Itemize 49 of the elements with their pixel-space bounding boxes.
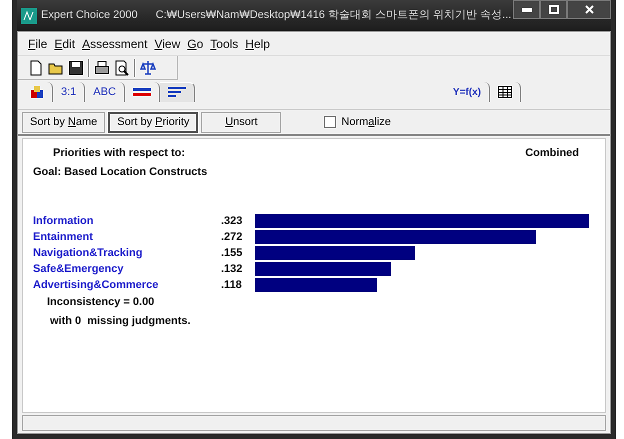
criterion-name: Advertising&Commerce bbox=[33, 278, 160, 293]
criterion-name: Entainment bbox=[33, 230, 94, 245]
combined-label: Combined bbox=[525, 146, 579, 161]
toolbar-separator bbox=[134, 58, 136, 76]
priority-value: .272 bbox=[221, 230, 244, 245]
app-logo-icon bbox=[21, 8, 37, 24]
balance-scale-icon[interactable] bbox=[140, 60, 156, 76]
toolbar-separator bbox=[88, 58, 90, 76]
close-button[interactable] bbox=[567, 0, 611, 19]
maximize-button[interactable] bbox=[540, 0, 567, 19]
menu-item[interactable]: File bbox=[28, 34, 48, 52]
minimize-button[interactable] bbox=[513, 0, 540, 19]
inconsistency-text: Inconsistency = 0.00 bbox=[47, 296, 154, 308]
close-icon bbox=[584, 5, 594, 14]
priority-value: .323 bbox=[221, 214, 244, 229]
print-preview-icon[interactable] bbox=[114, 60, 130, 76]
window-title: Expert Choice 2000 bbox=[41, 8, 138, 24]
printer-icon[interactable] bbox=[94, 60, 110, 76]
view-tab[interactable]: Y=f(x) bbox=[444, 82, 490, 102]
menu-item[interactable]: Edit bbox=[54, 34, 76, 52]
sort-button[interactable]: Sort by Name bbox=[22, 112, 106, 132]
lines-icon bbox=[132, 87, 151, 97]
view-tab[interactable]: 3:1 bbox=[53, 82, 86, 102]
normalize-checkbox[interactable]: Normalize bbox=[324, 114, 391, 130]
sorted-bars-icon bbox=[168, 86, 186, 98]
menu-item[interactable]: View bbox=[154, 34, 180, 52]
maximize-icon bbox=[548, 5, 558, 14]
priority-value: .155 bbox=[221, 246, 244, 261]
new-file-icon[interactable] bbox=[28, 60, 44, 76]
priorities-heading: Priorities with respect to: bbox=[53, 146, 186, 161]
save-icon[interactable] bbox=[68, 60, 84, 76]
sort-button[interactable]: Sort by Priority bbox=[108, 112, 198, 132]
sort-button[interactable]: Unsort bbox=[201, 112, 282, 132]
menu-item[interactable]: Go bbox=[187, 34, 204, 52]
file-path: C:₩Users₩Nam₩Desktop₩1416 학술대회 스마트폰의 위치기반 속성... bbox=[156, 8, 512, 24]
criterion-name: Navigation&Tracking bbox=[33, 246, 144, 261]
table-grid-icon bbox=[498, 86, 512, 98]
missing-judgments-text: with 0 missing judgments. bbox=[50, 314, 191, 326]
menu-item[interactable]: Tools bbox=[210, 34, 238, 52]
view-tab[interactable]: ABC bbox=[85, 82, 125, 102]
priority-value: .118 bbox=[221, 278, 243, 293]
goal-label: Goal: Based Location Constructs bbox=[33, 166, 208, 178]
criterion-name: Information bbox=[33, 214, 94, 229]
criterion-name: Safe&Emergency bbox=[33, 262, 124, 277]
menu-item[interactable]: Assessment bbox=[82, 34, 148, 52]
priority-value: .132 bbox=[221, 262, 244, 277]
blocks-icon bbox=[30, 85, 44, 99]
minimize-icon bbox=[522, 8, 532, 12]
menu-item[interactable]: Help bbox=[245, 34, 270, 52]
